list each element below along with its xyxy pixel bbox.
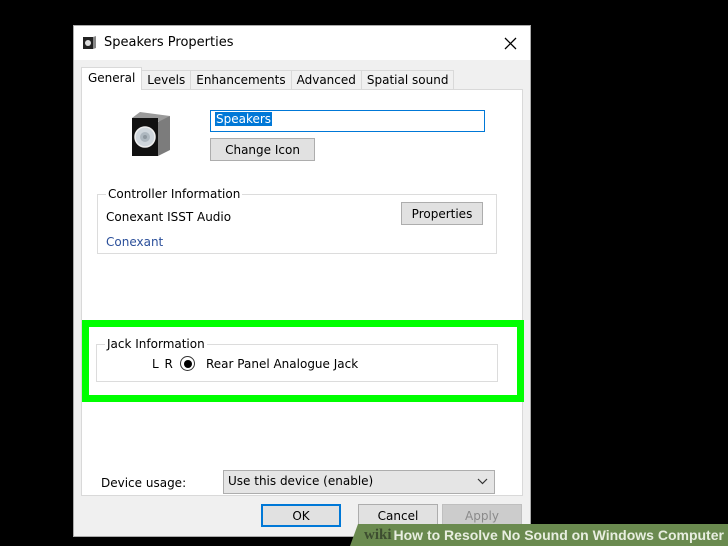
jack-radio-button[interactable]	[180, 356, 195, 371]
controller-properties-button[interactable]: Properties	[401, 202, 483, 225]
tab-spatial-sound[interactable]: Spatial sound	[360, 70, 455, 90]
tab-advanced[interactable]: Advanced	[290, 70, 362, 90]
wikihow-banner: wiki How to Resolve No Sound on Windows …	[350, 524, 728, 546]
change-icon-button[interactable]: Change Icon	[210, 138, 315, 161]
controller-name: Conexant ISST Audio	[106, 210, 232, 224]
tab-general[interactable]: General	[81, 67, 143, 90]
device-name-value: Speakers	[215, 112, 273, 126]
banner-title: How to Resolve No Sound on Windows Compu…	[393, 527, 724, 543]
radio-selected-dot	[183, 359, 192, 368]
window-title: Speakers Properties	[104, 35, 234, 50]
controller-information-legend: Controller Information	[108, 187, 241, 201]
banner-brand: wiki	[364, 526, 392, 543]
close-button[interactable]	[496, 30, 524, 56]
speaker-icon	[83, 36, 96, 49]
tab-strip: General Levels Enhancements Advanced Spa…	[81, 67, 455, 90]
chevron-down-icon	[477, 478, 488, 485]
close-icon	[504, 37, 516, 49]
title-bar: Speakers Properties	[74, 26, 530, 60]
device-name-input[interactable]: Speakers	[210, 110, 485, 132]
tab-levels[interactable]: Levels	[141, 70, 192, 90]
device-usage-label: Device usage:	[101, 476, 187, 490]
jack-channels: L R	[152, 357, 174, 371]
speaker-device-icon	[132, 112, 170, 156]
jack-label: Rear Panel Analogue Jack	[206, 357, 359, 371]
device-usage-value: Use this device (enable)	[228, 474, 374, 488]
cancel-button[interactable]: Cancel	[358, 504, 438, 527]
general-tab-panel: Speakers Change Icon Controller Informat…	[81, 89, 524, 496]
tab-enhancements[interactable]: Enhancements	[190, 70, 292, 90]
speakers-properties-dialog: Speakers Properties General Levels Enhan…	[73, 25, 531, 537]
jack-information-legend: Jack Information	[107, 337, 205, 351]
controller-vendor-link[interactable]: Conexant	[106, 235, 163, 249]
apply-button[interactable]: Apply	[442, 504, 522, 527]
device-usage-select[interactable]: Use this device (enable)	[223, 470, 495, 494]
ok-button[interactable]: OK	[261, 504, 341, 527]
